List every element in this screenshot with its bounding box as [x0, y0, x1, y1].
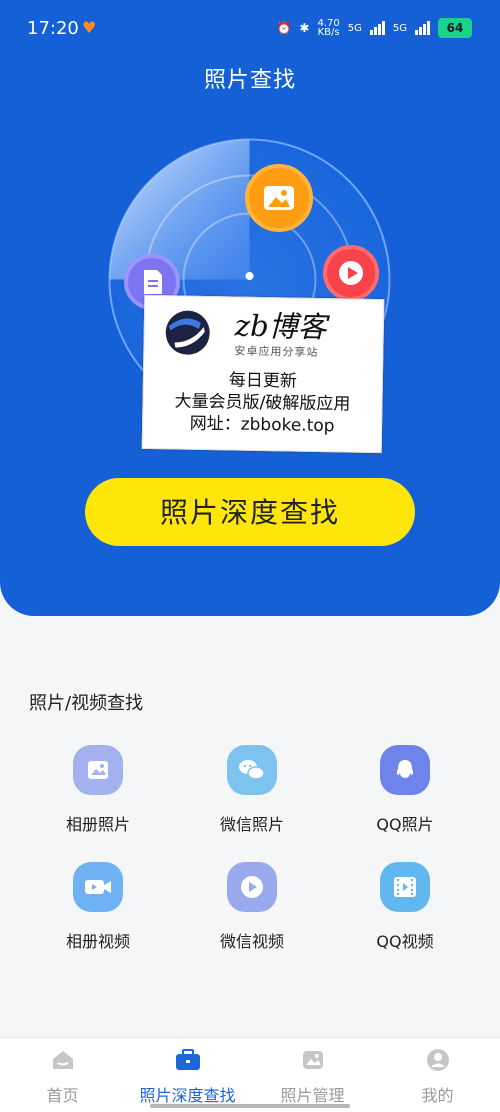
signal-icon	[369, 21, 385, 35]
status-icons: ⏰ ✱ 4.70 KB/s 5G 5G 64	[276, 18, 472, 38]
nav-item-deep-search[interactable]: 照片深度查找	[125, 1038, 250, 1112]
tile-wechat-video[interactable]: 微信视频	[190, 862, 314, 952]
logo-icon	[165, 310, 210, 355]
image-manage-icon	[300, 1047, 326, 1073]
nav-item-home[interactable]: 首页	[0, 1038, 125, 1112]
image-icon	[245, 164, 313, 232]
nav-label-deep-search: 照片深度查找	[139, 1086, 236, 1105]
qq-icon	[380, 745, 430, 795]
section-title: 照片/视频查找	[29, 693, 144, 714]
tile-label: QQ照片	[376, 815, 434, 834]
tile-label: 相册照片	[65, 815, 130, 834]
briefcase-icon	[175, 1047, 201, 1073]
bluetooth-icon: ✱	[299, 21, 310, 35]
hero-panel: 17:20 ♥ ⏰ ✱ 4.70 KB/s 5G 5G 64 照片查找 zb博客…	[0, 0, 500, 616]
nav-label-profile: 我的	[421, 1086, 454, 1105]
page-title: 照片查找	[203, 68, 296, 93]
album-photo-icon	[73, 745, 123, 795]
film-icon	[380, 862, 430, 912]
watermark-brand: zb博客	[234, 308, 327, 345]
nav-label-home: 首页	[46, 1086, 79, 1105]
alarm-icon: ⏰	[276, 21, 292, 35]
tile-qq-video[interactable]: QQ视频	[343, 862, 467, 952]
bottom-nav: 首页 照片深度查找 照片管理 我的	[0, 1037, 500, 1112]
watermark-line3: 网址：zbboke.top	[189, 413, 335, 437]
heart-icon: ♥	[82, 18, 97, 37]
sim1-label: 5G	[347, 22, 362, 34]
radar-sweep	[109, 139, 250, 280]
play-circle-icon	[227, 862, 277, 912]
tile-label: QQ视频	[376, 932, 434, 951]
signal-icon-2	[415, 21, 430, 35]
nav-label-photo-manage: 照片管理	[280, 1086, 345, 1105]
nav-item-photo-manage[interactable]: 照片管理	[250, 1038, 375, 1112]
network-speed: 4.70 KB/s	[317, 18, 340, 38]
tile-wechat-photo[interactable]: 微信照片	[190, 745, 314, 835]
battery-icon: 64	[438, 18, 472, 38]
video-camera-icon	[73, 862, 123, 912]
tile-label: 微信照片	[219, 815, 284, 834]
tile-qq-photo[interactable]: QQ照片	[343, 745, 467, 835]
wechat-icon	[227, 745, 277, 795]
tile-label: 微信视频	[219, 932, 284, 951]
status-bar: 17:20 ♥ ⏰ ✱ 4.70 KB/s 5G 5G 64	[0, 0, 500, 52]
radar-center-dot	[245, 272, 254, 280]
tile-album-video[interactable]: 相册视频	[36, 862, 160, 952]
home-indicator	[150, 1104, 350, 1108]
home-icon	[50, 1047, 76, 1073]
watermark-subtitle: 安卓应用分享站	[234, 344, 319, 359]
tile-label: 相册视频	[65, 932, 130, 951]
deep-search-button[interactable]: 照片深度查找	[85, 478, 415, 546]
profile-icon	[425, 1047, 451, 1073]
watermark-card: zb博客 安卓应用分享站 每日更新 大量会员版/破解版应用 网址：zbboke.…	[141, 294, 385, 454]
play-icon	[323, 245, 379, 301]
sim2-label: 5G	[392, 22, 407, 34]
status-time: 17:20	[27, 18, 79, 39]
tile-album-photo[interactable]: 相册照片	[36, 745, 160, 835]
nav-item-profile[interactable]: 我的	[375, 1038, 500, 1112]
